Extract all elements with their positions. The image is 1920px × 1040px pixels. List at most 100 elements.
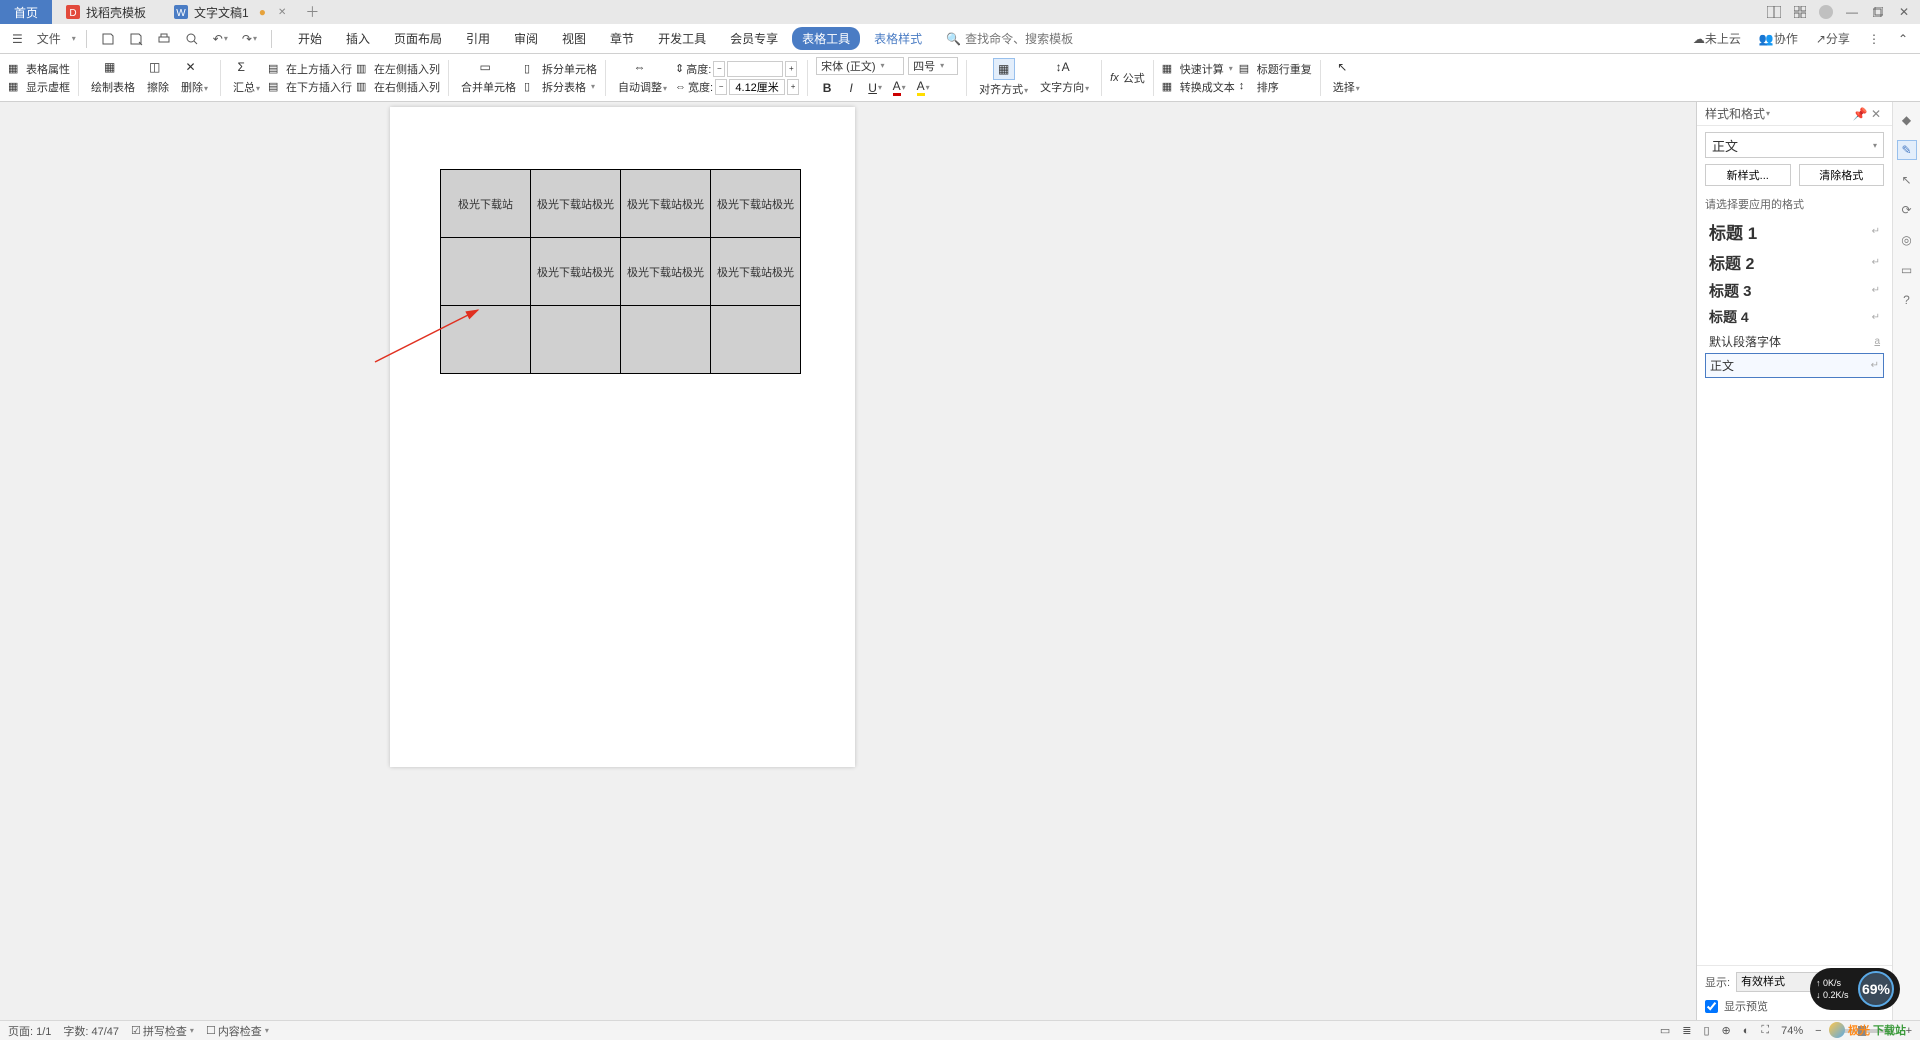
show-grid-button[interactable]: ▦显示虚框 bbox=[8, 79, 70, 95]
view-web-icon[interactable]: ⊕ bbox=[1722, 1024, 1731, 1037]
tab-doc[interactable]: W 文字文稿1 ● ✕ bbox=[160, 0, 300, 24]
quick-calc-button[interactable]: ▦快速计算▾ bbox=[1162, 61, 1235, 77]
preview-checkbox[interactable] bbox=[1705, 1000, 1718, 1013]
highlight-button[interactable]: A▾ bbox=[912, 77, 934, 99]
table-cell[interactable] bbox=[441, 306, 531, 374]
table-cell[interactable] bbox=[621, 306, 711, 374]
menu-table-tools[interactable]: 表格工具 bbox=[792, 27, 860, 50]
table-props-button[interactable]: ▦表格属性 bbox=[8, 61, 70, 77]
height-inc[interactable]: + bbox=[785, 61, 797, 77]
share-button[interactable]: ↗ 分享 bbox=[1812, 28, 1854, 49]
menu-table-style[interactable]: 表格样式 bbox=[864, 26, 932, 51]
to-text-button[interactable]: ▦转换成文本 bbox=[1162, 79, 1235, 95]
style-heading2[interactable]: 标题 2↵ bbox=[1705, 247, 1884, 277]
book-icon[interactable]: ▭ bbox=[1897, 260, 1917, 280]
pen-icon[interactable]: ✎ bbox=[1897, 140, 1917, 160]
table-cell[interactable]: 极光下载站极光 bbox=[621, 238, 711, 306]
hamburger-icon[interactable]: ☰ bbox=[8, 30, 27, 48]
table-cell[interactable]: 极光下载站极光 bbox=[531, 170, 621, 238]
height-dec[interactable]: − bbox=[713, 61, 725, 77]
formula-button[interactable]: fx 公式 bbox=[1110, 70, 1145, 86]
summary-button[interactable]: Σ汇总▾ bbox=[229, 60, 264, 95]
preview-icon[interactable] bbox=[181, 30, 203, 48]
menu-layout[interactable]: 页面布局 bbox=[384, 26, 452, 51]
pin-icon[interactable]: 📌 bbox=[1852, 106, 1868, 122]
collab-button[interactable]: 👥 协作 bbox=[1755, 28, 1802, 49]
italic-button[interactable]: I bbox=[840, 77, 862, 99]
style-default-font[interactable]: 默认段落字体a bbox=[1705, 330, 1884, 353]
view-read-icon[interactable]: ▯ bbox=[1703, 1024, 1709, 1037]
file-menu[interactable]: 文件 bbox=[33, 28, 65, 49]
width-inc[interactable]: + bbox=[787, 79, 799, 95]
pointer-icon[interactable]: ↖ bbox=[1897, 170, 1917, 190]
avatar-icon[interactable] bbox=[1818, 4, 1834, 20]
view-outline-icon[interactable]: ≣ bbox=[1682, 1024, 1691, 1037]
insert-above-button[interactable]: ▤在上方插入行 bbox=[268, 61, 352, 77]
style-heading3[interactable]: 标题 3↵ bbox=[1705, 277, 1884, 304]
align-button[interactable]: ▦对齐方式▾ bbox=[975, 58, 1032, 97]
table-cell[interactable] bbox=[711, 306, 801, 374]
more-icon[interactable]: ⋮ bbox=[1864, 30, 1884, 48]
height-input[interactable] bbox=[727, 61, 783, 77]
merge-cells-button[interactable]: ▭合并单元格 bbox=[457, 60, 520, 95]
select-button[interactable]: ↖选择▾ bbox=[1329, 60, 1364, 95]
delete-button[interactable]: ✕删除▾ bbox=[177, 60, 212, 95]
table-cell[interactable]: 极光下载站极光 bbox=[531, 238, 621, 306]
split-table-button[interactable]: ▯拆分表格▾ bbox=[524, 79, 597, 95]
panel-close-icon[interactable]: ✕ bbox=[1868, 106, 1884, 122]
menu-view[interactable]: 视图 bbox=[552, 26, 596, 51]
redo-button[interactable]: ↷▾ bbox=[238, 30, 261, 48]
save-icon[interactable] bbox=[97, 30, 119, 48]
minimize-button[interactable]: — bbox=[1844, 4, 1860, 20]
search-box[interactable]: 🔍 bbox=[946, 32, 1115, 46]
insert-below-button[interactable]: ▤在下方插入行 bbox=[268, 79, 352, 95]
zoom-in-button[interactable]: + bbox=[1906, 1025, 1912, 1037]
tab-close-icon[interactable]: ✕ bbox=[278, 7, 286, 18]
maximize-button[interactable] bbox=[1870, 4, 1886, 20]
layout1-icon[interactable] bbox=[1766, 4, 1782, 20]
table-cell[interactable]: 极光下载站极光 bbox=[621, 170, 711, 238]
zoom-value[interactable]: 74% bbox=[1781, 1025, 1803, 1037]
style-heading4[interactable]: 标题 4↵ bbox=[1705, 304, 1884, 330]
repeat-header-button[interactable]: ▤标题行重复 bbox=[1239, 61, 1312, 77]
font-color-button[interactable]: A▾ bbox=[888, 77, 910, 99]
print-icon[interactable] bbox=[153, 30, 175, 48]
new-style-button[interactable]: 新样式... bbox=[1705, 164, 1791, 186]
insert-left-button[interactable]: ▥在左侧插入列 bbox=[356, 61, 440, 77]
menu-vip[interactable]: 会员专享 bbox=[720, 26, 788, 51]
textdir-button[interactable]: ↕A文字方向▾ bbox=[1036, 60, 1093, 95]
font-size-combo[interactable]: 四号▾ bbox=[908, 57, 958, 75]
autofit-button[interactable]: ⇔自动调整▾ bbox=[614, 60, 671, 95]
tab-home[interactable]: 首页 bbox=[0, 0, 52, 24]
status-page[interactable]: 页面: 1/1 bbox=[8, 1023, 51, 1039]
style-heading1[interactable]: 标题 1↵ bbox=[1705, 216, 1884, 247]
sort-button[interactable]: ↕排序 bbox=[1239, 79, 1312, 95]
diamond-icon[interactable]: ◆ bbox=[1897, 110, 1917, 130]
saveas-icon[interactable] bbox=[125, 30, 147, 48]
bold-button[interactable]: B bbox=[816, 77, 838, 99]
table-cell[interactable]: 极光下载站 bbox=[441, 170, 531, 238]
current-style[interactable]: 正文▾ bbox=[1705, 132, 1884, 158]
search-input[interactable] bbox=[965, 32, 1115, 46]
style-body[interactable]: 正文↵ bbox=[1705, 353, 1884, 378]
split-cell-button[interactable]: ▯拆分单元格 bbox=[524, 61, 597, 77]
canvas[interactable]: 极光下载站 极光下载站极光 极光下载站极光 极光下载站极光 极光下载站极光 极光… bbox=[0, 102, 1696, 1020]
draw-table-button[interactable]: ▦绘制表格 bbox=[87, 60, 139, 95]
table-cell[interactable]: 极光下载站极光 bbox=[711, 170, 801, 238]
underline-button[interactable]: U▾ bbox=[864, 77, 886, 99]
clear-format-button[interactable]: 清除格式 bbox=[1799, 164, 1885, 186]
menu-ref[interactable]: 引用 bbox=[456, 26, 500, 51]
spellcheck-button[interactable]: ☑ 拼写检查 ▾ bbox=[131, 1023, 194, 1039]
collapse-ribbon-icon[interactable]: ⌃ bbox=[1894, 30, 1912, 48]
cloud-button[interactable]: ☁ 未上云 bbox=[1689, 28, 1745, 49]
menu-insert[interactable]: 插入 bbox=[336, 26, 380, 51]
document-table[interactable]: 极光下载站 极光下载站极光 极光下载站极光 极光下载站极光 极光下载站极光 极光… bbox=[440, 169, 801, 374]
table-cell[interactable] bbox=[441, 238, 531, 306]
menu-start[interactable]: 开始 bbox=[288, 26, 332, 51]
tab-template[interactable]: D 找稻壳模板 bbox=[52, 0, 160, 24]
grid-icon[interactable] bbox=[1792, 4, 1808, 20]
menu-dev[interactable]: 开发工具 bbox=[648, 26, 716, 51]
close-button[interactable]: ✕ bbox=[1896, 4, 1912, 20]
table-cell[interactable]: 极光下载站极光 bbox=[711, 238, 801, 306]
contentcheck-button[interactable]: ☐ 内容检查 ▾ bbox=[206, 1023, 269, 1039]
